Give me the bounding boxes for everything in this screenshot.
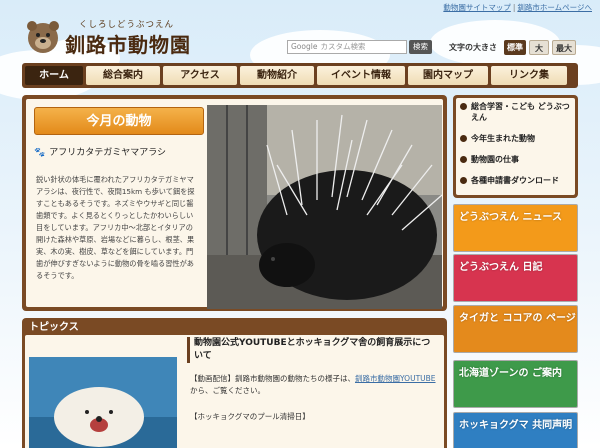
polar-bear-statement-banner[interactable]: ホッキョクグマ 共同声明	[453, 412, 578, 448]
city-homepage-link[interactable]: 釧路市ホームページへ	[517, 3, 592, 12]
bullet-icon	[460, 103, 467, 110]
bullet-icon	[460, 177, 467, 184]
search-input[interactable]: Google カスタム検索	[287, 40, 407, 54]
animal-description: 鋭い針状の体毛に覆われたアフリカタテガミヤマアラシは、夜行性で、夜間15km も…	[36, 175, 195, 280]
sidebar-item-label: 総合学習・こども どうぶつえん	[471, 102, 570, 122]
sidebar-menu: 総合学習・こども どうぶつえん 今年生まれた動物 動物園の仕事 各種申請書ダウン…	[453, 95, 578, 198]
search-placeholder: カスタム検索	[320, 42, 366, 51]
nav-access[interactable]: アクセス	[163, 66, 237, 85]
banner-text: どうぶつえん 日記	[459, 262, 543, 273]
topic-body2: 【ホッキョクグマのプール清掃日】	[190, 412, 310, 421]
banner-text: 北海道ゾーンの ご案内	[459, 368, 562, 379]
font-size-label: 文字の大きさ	[449, 43, 497, 52]
main-nav: ホーム 総合案内 アクセス 動物紹介 イベント情報 園内マップ リンク集	[22, 63, 578, 88]
taiga-cocoa-banner[interactable]: タイガと ココアの ページ	[453, 305, 578, 353]
polar-bear-photo	[29, 357, 177, 448]
nav-home[interactable]: ホーム	[25, 66, 83, 85]
search-button[interactable]: 検索	[409, 40, 432, 54]
animal-name: 🐾 アフリカタテガミヤマアラシ	[34, 145, 166, 158]
nav-events[interactable]: イベント情報	[317, 66, 405, 85]
sidebar-item-education[interactable]: 総合学習・こども どうぶつえん	[460, 101, 571, 123]
bullet-icon	[460, 135, 467, 142]
font-size-standard-button[interactable]: 標準	[504, 40, 526, 55]
site-logo[interactable]: くしろしどうぶつえん 釧路市動物園	[23, 14, 203, 58]
hokkaido-zone-banner[interactable]: 北海道ゾーンの ご案内	[453, 360, 578, 408]
font-size-max-button[interactable]: 最大	[552, 40, 576, 55]
sidebar-item-label: 動物園の仕事	[471, 155, 519, 164]
sitemap-link[interactable]: 動物園サイトマップ	[443, 3, 511, 12]
nav-map[interactable]: 園内マップ	[408, 66, 488, 85]
topics-header: トピックス	[29, 322, 79, 333]
youtube-link[interactable]: 釧路市動物園YOUTUBE	[355, 374, 436, 383]
topic-title[interactable]: 動物園公式YOUTUBEとホッキョクグマ舎の飼育展示について	[187, 337, 437, 363]
topic-body-prefix: 【動画配信】釧路市動物園の動物たちの様子は、	[190, 374, 355, 383]
zoo-news-banner[interactable]: どうぶつえん ニュース	[453, 204, 578, 252]
sidebar-item-label: 各種申請書ダウンロード	[471, 176, 559, 185]
sidebar-item-newborn[interactable]: 今年生まれた動物	[460, 133, 571, 144]
logo-name: 釧路市動物園	[65, 33, 191, 57]
nav-general-info[interactable]: 総合案内	[86, 66, 160, 85]
banner-text: どうぶつえん ニュース	[459, 212, 562, 223]
nav-links[interactable]: リンク集	[491, 66, 567, 85]
porcupine-photo	[207, 105, 442, 309]
banner-text: タイガと ココアの ページ	[459, 313, 576, 324]
topic-body: 【動画配信】釧路市動物園の動物たちの様子は、釧路市動物園YOUTUBE から、ご覧…	[190, 373, 440, 423]
topic-body-suffix: から、ご覧ください。	[190, 386, 265, 395]
featured-animal-panel: 今月の動物 🐾 アフリカタテガミヤマアラシ 鋭い針状の体毛に覆われたアフリカタテガ…	[22, 95, 447, 311]
sidebar-item-downloads[interactable]: 各種申請書ダウンロード	[460, 175, 571, 186]
sidebar-item-label: 今年生まれた動物	[471, 134, 535, 143]
nav-animals[interactable]: 動物紹介	[240, 66, 314, 85]
zoo-diary-banner[interactable]: どうぶつえん 日記	[453, 254, 578, 302]
google-brand: Google	[291, 42, 318, 51]
animal-name-text: アフリカタテガミヤマアラシ	[49, 148, 167, 158]
top-links: 動物園サイトマップ | 釧路市ホームページへ	[443, 3, 592, 12]
font-size-large-button[interactable]: 大	[529, 40, 549, 55]
bullet-icon	[460, 156, 467, 163]
bear-logo-icon	[27, 21, 59, 53]
sidebar-item-jobs[interactable]: 動物園の仕事	[460, 154, 571, 165]
animal-of-month-badge: 今月の動物	[34, 107, 204, 135]
paw-icon: 🐾	[34, 148, 46, 158]
banner-text: ホッキョクグマ 共同声明	[459, 420, 573, 431]
topics-panel: トピックス 動物園公式YOUTUBEとホッキョクグマ舎の飼育展示について 【動画…	[22, 318, 447, 448]
